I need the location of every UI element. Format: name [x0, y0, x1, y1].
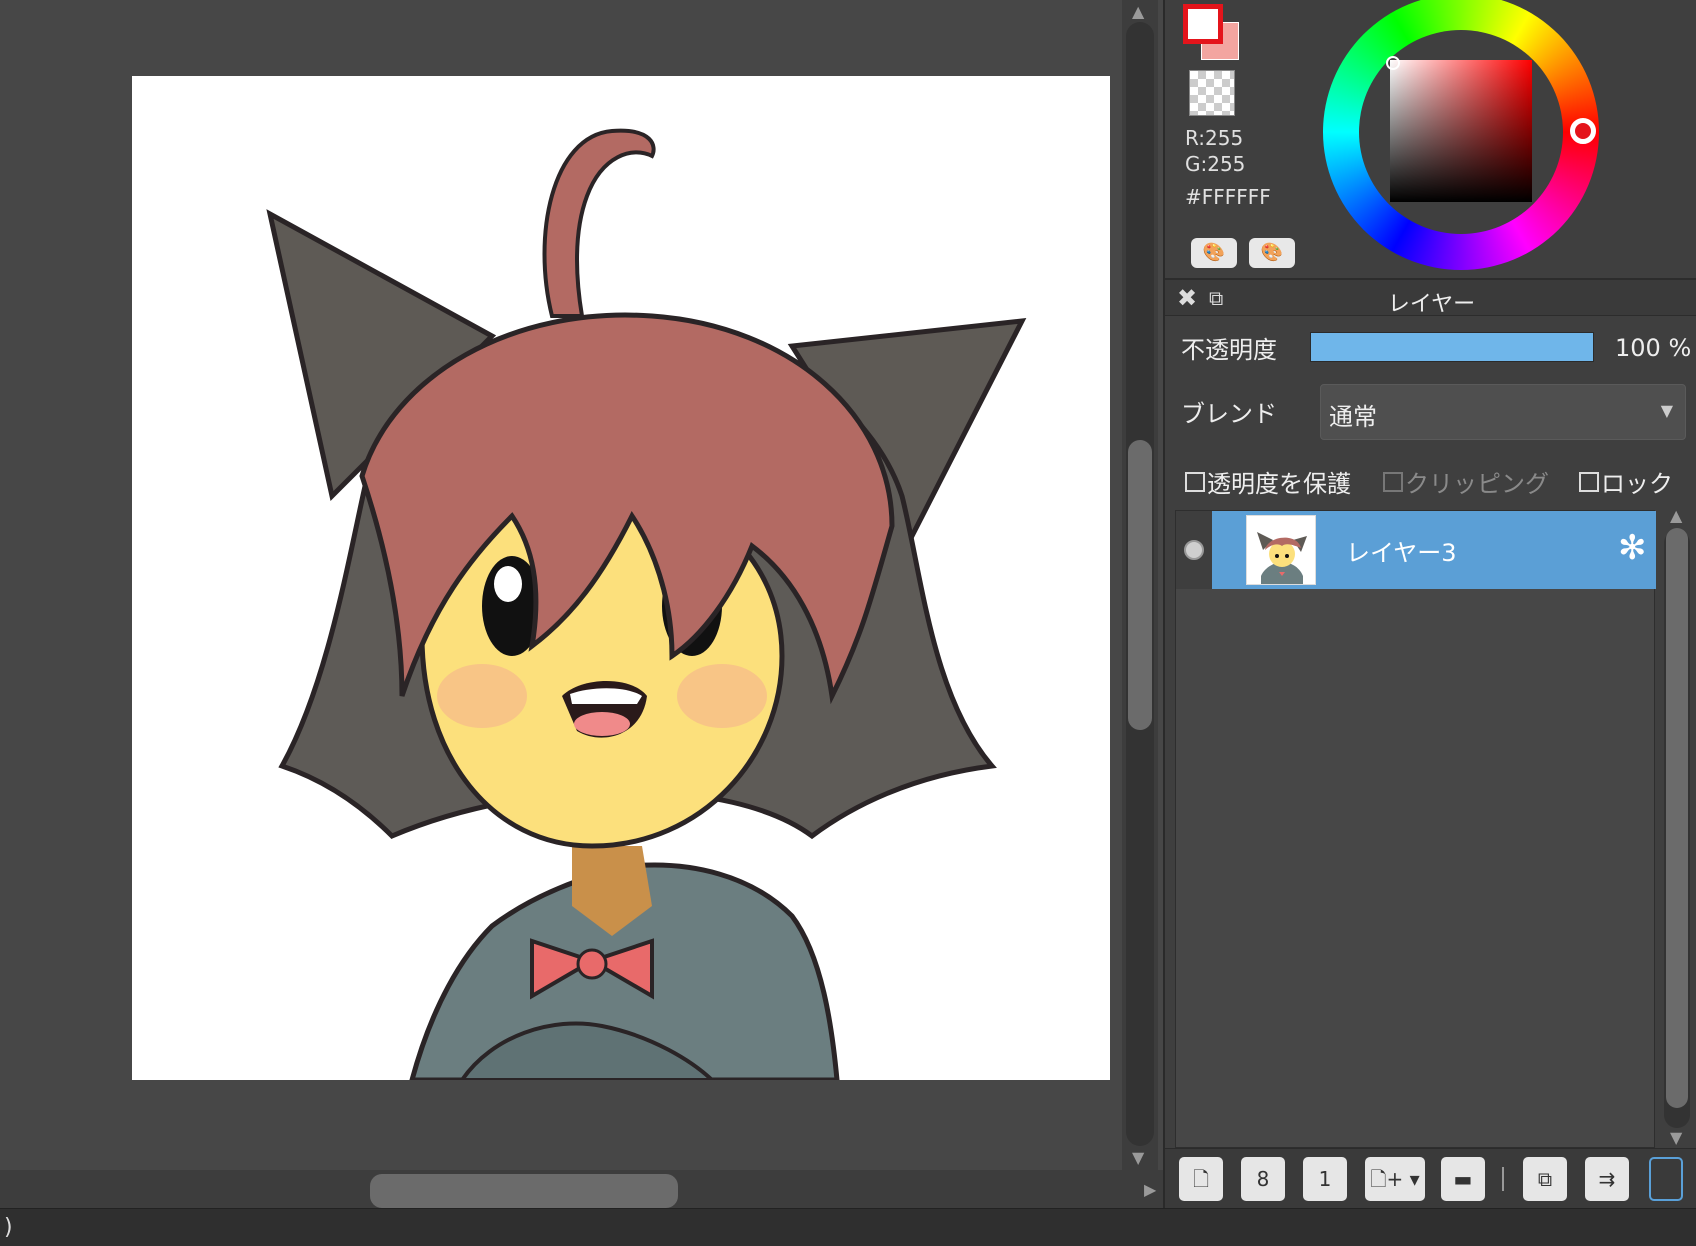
- checkbox-box: [1185, 472, 1205, 492]
- duplicate-layer-button[interactable]: ⧉: [1523, 1157, 1567, 1201]
- new-layer-icon: 🗋: [1192, 1167, 1210, 1191]
- new-1bit-layer-button[interactable]: 1: [1303, 1157, 1347, 1201]
- scroll-up-icon[interactable]: ▲: [1670, 508, 1682, 524]
- blend-label: ブレンド: [1181, 400, 1277, 428]
- transparent-color-swatch[interactable]: [1189, 70, 1235, 116]
- clipping-checkbox: クリッピング: [1383, 464, 1549, 499]
- checkbox-box: [1383, 472, 1403, 492]
- layer-list: レイヤー3 ✻: [1175, 510, 1656, 1148]
- opacity-value: 100 %: [1615, 334, 1692, 362]
- layer-toolbar: 🗋 8 1 🗋+ ▾ ▬ ⧉ ⇉: [1165, 1148, 1696, 1208]
- new-8bit-layer-button[interactable]: 8: [1241, 1157, 1285, 1201]
- foreground-color-swatch[interactable]: [1183, 4, 1223, 44]
- new-1bit-layer-icon: 1: [1318, 1167, 1332, 1191]
- visibility-toggle-icon[interactable]: [1184, 540, 1204, 560]
- hex-value[interactable]: #FFFFFF: [1185, 185, 1271, 209]
- protect-alpha-label: 透明度を保護: [1207, 470, 1351, 498]
- layer-thumbnail-image: [1247, 516, 1315, 584]
- layer-scroll-thumb[interactable]: [1666, 528, 1688, 1108]
- scroll-down-icon[interactable]: ▼: [1670, 1130, 1682, 1146]
- artwork-illustration: [266, 128, 1027, 1080]
- layer-list-scrollbar[interactable]: ▲ ▼: [1660, 508, 1694, 1148]
- chevron-down-icon: ▼: [1660, 401, 1673, 420]
- canvas-horizontal-scrollbar[interactable]: ▶: [0, 1170, 1163, 1208]
- checkbox-box: [1579, 472, 1599, 492]
- merge-down-icon: ⇉: [1598, 1167, 1616, 1191]
- layer-panel-title: レイヤー: [1387, 292, 1476, 317]
- folder-icon: ▬: [1453, 1167, 1473, 1191]
- lock-label: ロック: [1601, 470, 1673, 498]
- saturation-value-square[interactable]: [1390, 60, 1532, 202]
- scroll-up-icon[interactable]: ▲: [1132, 4, 1144, 20]
- red-value: R:255: [1185, 126, 1244, 150]
- duplicate-icon: ⧉: [1537, 1167, 1553, 1191]
- palette-button[interactable]: 🎨: [1191, 238, 1237, 268]
- palette-icon: 🎨: [1202, 242, 1226, 263]
- status-bar: ): [0, 1208, 1696, 1246]
- merge-down-button[interactable]: ⇉: [1585, 1157, 1629, 1201]
- green-value: G:255: [1185, 152, 1246, 176]
- more-options-button[interactable]: [1649, 1157, 1683, 1201]
- sv-picker-marker[interactable]: [1386, 56, 1400, 70]
- blend-mode-select[interactable]: 通常 ▼: [1320, 384, 1686, 440]
- scroll-right-icon[interactable]: ▶: [1144, 1182, 1156, 1198]
- new-folder-button[interactable]: ▬: [1441, 1157, 1485, 1201]
- scroll-down-icon[interactable]: ▼: [1132, 1150, 1144, 1166]
- color-panel: R:255 G:255 #FFFFFF 🎨 🎨: [1165, 0, 1696, 278]
- canvas-paper[interactable]: [132, 76, 1110, 1080]
- layer-panel-header: ✖ ⧉ レイヤー: [1165, 278, 1696, 317]
- lock-checkbox[interactable]: ロック: [1579, 464, 1673, 499]
- layer-row[interactable]: レイヤー3 ✻: [1176, 511, 1656, 589]
- layer-thumbnail: [1246, 515, 1316, 585]
- vertical-scroll-thumb[interactable]: [1128, 440, 1152, 730]
- opacity-slider[interactable]: [1310, 332, 1594, 362]
- horizontal-scroll-thumb[interactable]: [370, 1174, 678, 1208]
- layer-name[interactable]: レイヤー3: [1346, 533, 1457, 568]
- canvas-vertical-scrollbar[interactable]: ▲ ▼: [1122, 0, 1158, 1170]
- right-panel: R:255 G:255 #FFFFFF 🎨 🎨 ✖ ⧉ レイヤー 不透明度 10…: [1163, 0, 1696, 1208]
- new-8bit-layer-icon: 8: [1256, 1167, 1270, 1191]
- opacity-label: 不透明度: [1181, 336, 1277, 364]
- add-layer-menu-icon: 🗋+ ▾: [1370, 1167, 1420, 1191]
- add-layer-menu-button[interactable]: 🗋+ ▾: [1365, 1157, 1425, 1201]
- hue-picker-marker[interactable]: [1570, 118, 1596, 144]
- app-window: ▲ ▼ ▶ R:255 G:255 #FFFFFF 🎨 🎨 ✖ ⧉ レイヤー 不…: [0, 0, 1696, 1246]
- gear-icon[interactable]: ✻: [1618, 531, 1647, 565]
- protect-alpha-checkbox[interactable]: 透明度を保護: [1185, 464, 1351, 499]
- status-text: ): [4, 1215, 13, 1240]
- canvas-area[interactable]: ▲ ▼: [0, 0, 1163, 1170]
- toolbar-separator: [1502, 1167, 1504, 1191]
- palette-settings-button[interactable]: 🎨: [1249, 238, 1295, 268]
- new-layer-button[interactable]: 🗋: [1179, 1157, 1223, 1201]
- palette-settings-icon: 🎨: [1260, 242, 1284, 263]
- clipping-label: クリッピング: [1405, 470, 1549, 498]
- blend-mode-value: 通常: [1329, 403, 1377, 431]
